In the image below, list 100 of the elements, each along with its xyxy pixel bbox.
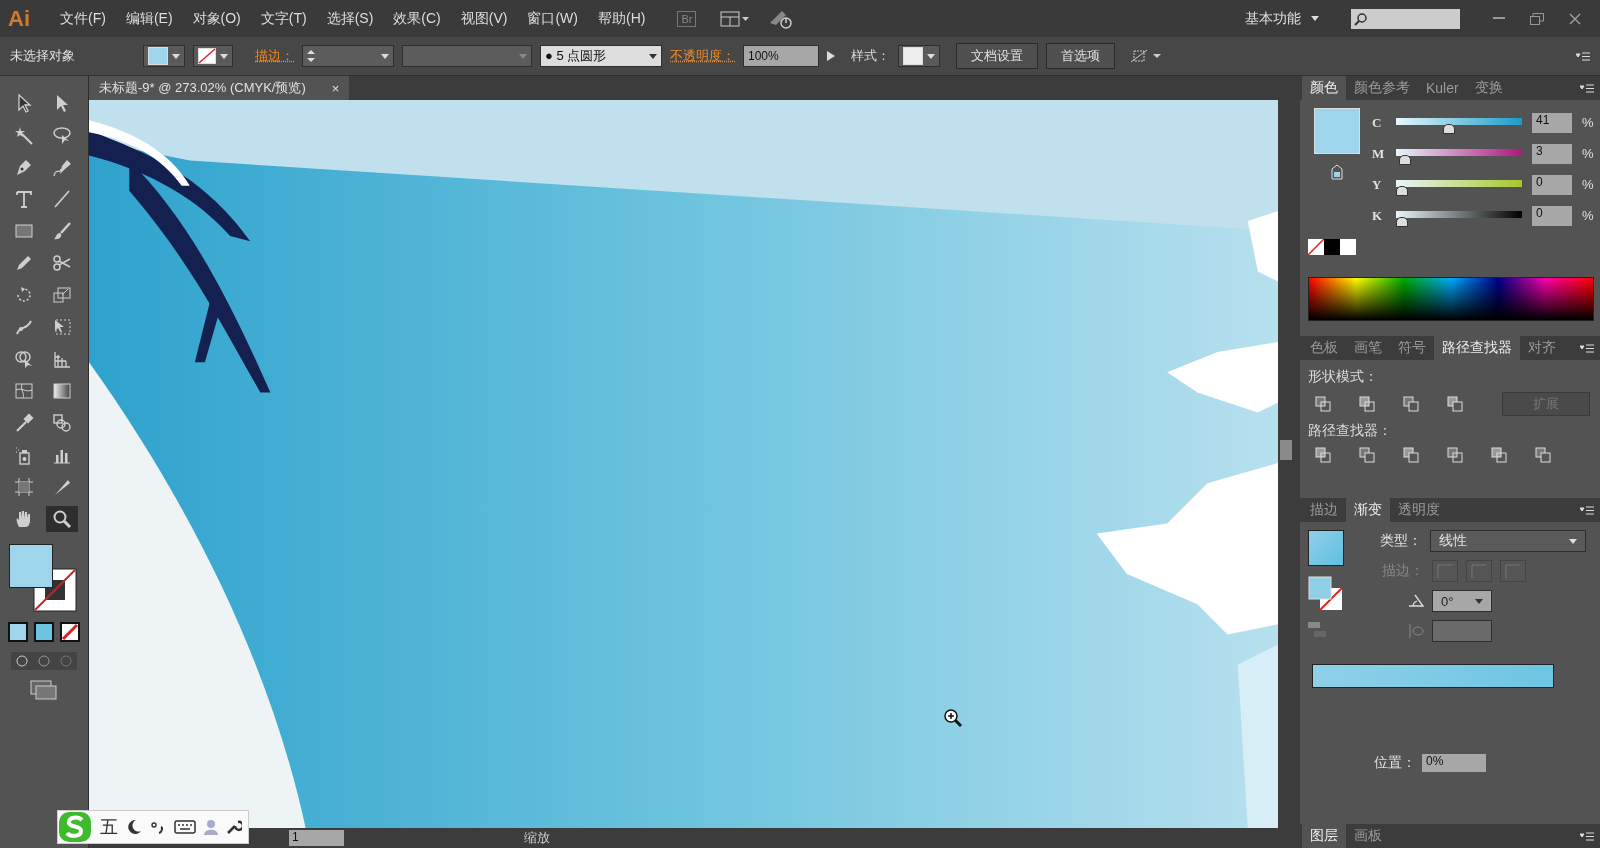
style-dropdown[interactable] xyxy=(898,45,940,67)
slider-thumb[interactable] xyxy=(1396,185,1408,196)
document-setup-button[interactable]: 文档设置 xyxy=(956,43,1038,69)
menu-item[interactable]: 文字(T) xyxy=(252,5,315,32)
draw-mode-icon[interactable] xyxy=(11,652,77,670)
channel-value-field[interactable]: 3 xyxy=(1532,143,1572,164)
panel-menu-icon[interactable] xyxy=(1580,831,1594,841)
panel-menu-icon[interactable] xyxy=(1580,83,1594,93)
color-swatch[interactable] xyxy=(1314,108,1360,154)
preset-swatch[interactable] xyxy=(1324,238,1340,255)
out-of-gamut-icon[interactable] xyxy=(1331,164,1343,180)
channel-value-field[interactable]: 41 xyxy=(1532,112,1572,133)
opacity-label[interactable]: 不透明度： xyxy=(670,47,735,65)
wrench-icon[interactable] xyxy=(226,819,242,835)
caret-icon xyxy=(519,53,527,59)
keyboard-icon[interactable] xyxy=(174,819,196,835)
shape-mode-icon[interactable] xyxy=(1402,395,1420,413)
pathfinder-icon[interactable] xyxy=(1314,446,1332,464)
stroke-color-dropdown[interactable] xyxy=(193,45,233,67)
panel-tab[interactable]: 画板 xyxy=(1346,824,1390,848)
tool-button[interactable] xyxy=(46,506,78,532)
spinner-icon[interactable] xyxy=(307,49,315,63)
preferences-button[interactable]: 首选项 xyxy=(1046,43,1115,69)
gradient-type-dropdown[interactable]: 线性 xyxy=(1430,530,1586,552)
artboard-field[interactable]: 1 xyxy=(289,830,344,846)
panel-tab[interactable]: 路径查找器 xyxy=(1434,336,1520,360)
fill-mode-icon[interactable] xyxy=(8,622,28,642)
fill-color-dropdown[interactable] xyxy=(143,45,185,67)
panel-tab[interactable]: Kuler xyxy=(1418,76,1467,100)
mesh-icon xyxy=(14,381,34,401)
menu-item[interactable]: 对象(O) xyxy=(184,5,249,32)
stroke-label[interactable]: 描边： xyxy=(255,47,294,65)
gradient-mode-icon[interactable] xyxy=(34,622,54,642)
eyedropper-icon xyxy=(14,413,34,433)
pathfinder-icon[interactable] xyxy=(1358,446,1376,464)
panel-tab[interactable]: 符号 xyxy=(1390,336,1434,360)
panel-menu-icon[interactable] xyxy=(1576,51,1590,61)
shape-mode-icon[interactable] xyxy=(1358,395,1376,413)
menu-item[interactable]: 选择(S) xyxy=(318,5,382,32)
punctuation-icon[interactable] xyxy=(150,819,166,835)
minimize-icon xyxy=(1493,17,1505,20)
menu-item[interactable]: 效果(C) xyxy=(385,5,449,32)
panel-menu-icon[interactable] xyxy=(1580,505,1594,515)
channel-value-field[interactable]: 0 xyxy=(1532,205,1572,226)
slider-thumb[interactable] xyxy=(1442,123,1455,134)
menu-item[interactable]: 视图(V) xyxy=(452,5,516,32)
menu-item[interactable]: 文件(F) xyxy=(52,5,114,32)
location-label: 位置： xyxy=(1373,754,1416,772)
sync-icon[interactable] xyxy=(768,8,795,29)
channel-value-field[interactable]: 0 xyxy=(1532,174,1572,195)
opacity-field[interactable]: 100% xyxy=(743,45,819,67)
panel-tab[interactable]: 描边 xyxy=(1302,498,1346,522)
pathfinder-icon[interactable] xyxy=(1534,446,1552,464)
gradient-swatch[interactable] xyxy=(1308,530,1344,566)
none-mode-icon[interactable] xyxy=(60,622,80,642)
menu-item[interactable]: 帮助(H) xyxy=(590,5,654,32)
color-spectrum[interactable] xyxy=(1308,277,1594,322)
layout-icon[interactable] xyxy=(720,10,751,27)
fill-stroke-icon[interactable] xyxy=(1308,576,1344,612)
pathfinder-icon[interactable] xyxy=(1490,446,1508,464)
shape-mode-icon[interactable] xyxy=(1446,395,1464,413)
screen-mode-icon[interactable] xyxy=(30,680,58,700)
rotate-icon xyxy=(14,285,34,305)
fill-swatch[interactable] xyxy=(9,544,53,588)
panel-tab[interactable]: 画笔 xyxy=(1346,336,1390,360)
slider-thumb[interactable] xyxy=(1399,154,1412,165)
isolate-icon[interactable] xyxy=(1131,49,1161,63)
input-mode-label[interactable]: 五 xyxy=(100,815,118,839)
pathfinder-icon[interactable] xyxy=(1402,446,1420,464)
search-field[interactable] xyxy=(1351,8,1460,29)
panel-tab[interactable]: 色板 xyxy=(1302,336,1346,360)
stroke-weight-field[interactable] xyxy=(302,45,394,67)
panel-tab[interactable]: 透明度 xyxy=(1390,498,1448,522)
close-icon[interactable]: × xyxy=(331,80,340,96)
panel-tab[interactable]: 对齐 xyxy=(1520,336,1564,360)
panel-tab[interactable]: 颜色参考 xyxy=(1346,76,1418,100)
paintbrush-icon xyxy=(52,221,72,241)
menu-item[interactable]: 窗口(W) xyxy=(519,5,586,32)
panel-tab[interactable]: 变换 xyxy=(1466,76,1511,100)
brush-dropdown[interactable]: ● 5 点圆形 xyxy=(540,45,662,67)
none-swatch[interactable] xyxy=(1308,238,1324,255)
type-icon xyxy=(14,189,34,209)
aspect-ratio-field[interactable] xyxy=(1432,620,1492,642)
shape-mode-icon[interactable] xyxy=(1314,395,1332,413)
document-tab[interactable]: 未标题-9* @ 273.02% (CMYK/预览) × xyxy=(89,76,350,100)
menu-item[interactable]: 编辑(E) xyxy=(117,5,181,32)
preset-swatch[interactable] xyxy=(1340,238,1356,255)
location-field[interactable]: 0% xyxy=(1422,754,1486,772)
workspace-switcher[interactable]: 基本功能 xyxy=(1245,9,1319,28)
panel-tab[interactable]: 图层 xyxy=(1302,824,1346,848)
moon-icon[interactable] xyxy=(126,819,142,835)
angle-field[interactable]: 0° xyxy=(1432,590,1492,612)
scrollbar-thumb[interactable] xyxy=(1280,440,1292,460)
panel-tab[interactable]: 颜色 xyxy=(1302,76,1346,100)
caret-icon xyxy=(1569,538,1577,544)
pathfinder-icon[interactable] xyxy=(1446,446,1464,464)
panel-menu-icon[interactable] xyxy=(1580,343,1594,353)
slider-thumb[interactable] xyxy=(1396,216,1408,227)
expand-arrow-icon[interactable] xyxy=(827,51,835,61)
panel-tab[interactable]: 渐变 xyxy=(1346,498,1390,522)
